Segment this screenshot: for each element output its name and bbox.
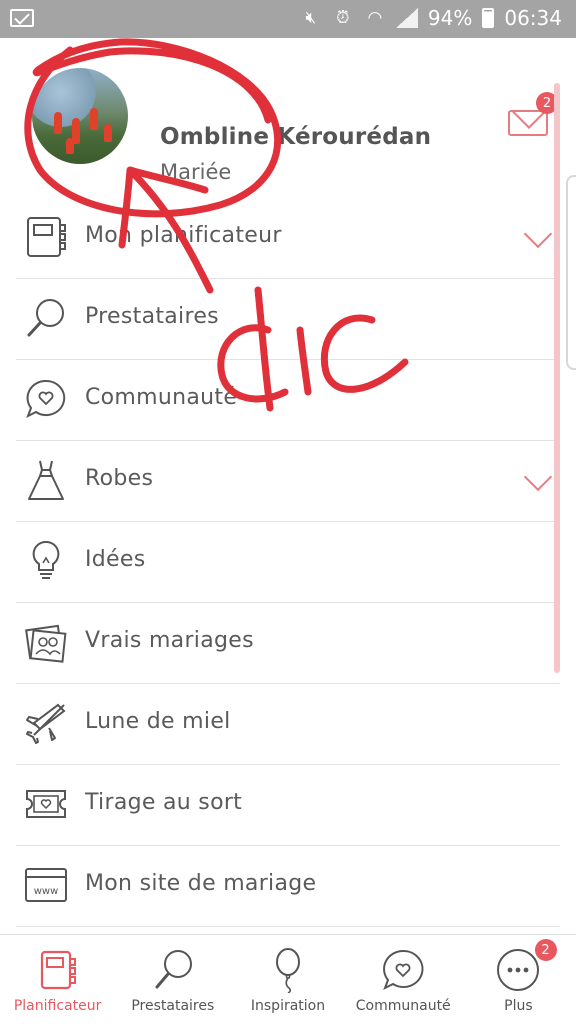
more-badge: 2 bbox=[534, 939, 557, 961]
photos-icon bbox=[25, 624, 67, 663]
chevron-down-icon[interactable] bbox=[523, 219, 553, 249]
svg-text:www: www bbox=[34, 886, 59, 897]
envelope-icon bbox=[508, 110, 548, 136]
magnifier-icon bbox=[27, 299, 64, 337]
menu-item-planificateur[interactable]: Mon planificateur bbox=[16, 198, 560, 279]
menu-item-label: Prestataires bbox=[85, 304, 219, 329]
battery-icon bbox=[482, 8, 495, 28]
tab-plus[interactable]: 2 Plus bbox=[461, 935, 576, 1024]
menu-item-prestataires[interactable]: Prestataires bbox=[16, 279, 560, 360]
tab-label: Communauté bbox=[355, 998, 451, 1014]
menu-item-label: Robes bbox=[85, 466, 154, 491]
dress-icon bbox=[28, 460, 64, 500]
clock: 06:34 bbox=[504, 6, 562, 30]
tab-prestataires[interactable]: Prestataires bbox=[115, 935, 230, 1024]
menu-item-lune-de-miel[interactable]: Lune de miel bbox=[16, 684, 560, 765]
menu-item-label: Communauté bbox=[85, 385, 238, 410]
menu-item-label: Idées bbox=[85, 547, 146, 572]
menu-item-communaute[interactable]: Communauté bbox=[16, 360, 560, 441]
chat-heart-icon bbox=[383, 949, 424, 991]
menu-item-label: Mon planificateur bbox=[85, 223, 282, 248]
tab-label: Prestataires bbox=[131, 998, 215, 1014]
menu-item-idees[interactable]: Idées bbox=[16, 522, 560, 603]
balloon-icon bbox=[276, 948, 300, 993]
tab-label: Inspiration bbox=[250, 998, 326, 1014]
menu-item-label: Mon site de mariage bbox=[85, 871, 317, 896]
planner-icon bbox=[40, 950, 76, 990]
status-indicators: 🔇︎ ⏰︎ ◠ 94% 06:34 bbox=[300, 6, 562, 30]
navigation-drawer: Ombline Kérourédan Mariée 2 Mon planific… bbox=[0, 38, 562, 934]
messages-button[interactable]: 2 bbox=[506, 92, 558, 138]
profile-header[interactable]: Ombline Kérourédan Mariée 2 bbox=[0, 38, 562, 198]
tab-planificateur[interactable]: Planificateur bbox=[0, 935, 115, 1024]
plane-icon bbox=[26, 703, 66, 744]
tab-communaute[interactable]: Communauté bbox=[346, 935, 461, 1024]
menu-item-label: Lune de miel bbox=[85, 709, 231, 734]
www-icon: www bbox=[25, 868, 67, 902]
mail-notification-icon bbox=[10, 9, 34, 27]
chevron-down-icon[interactable] bbox=[523, 462, 553, 492]
lightbulb-icon bbox=[32, 540, 60, 579]
bottom-tab-bar: Planificateur Prestataires Inspiration C… bbox=[0, 934, 576, 1024]
chat-heart-icon bbox=[26, 379, 66, 419]
tab-label: Plus bbox=[504, 998, 533, 1014]
more-icon bbox=[497, 949, 540, 991]
avatar[interactable] bbox=[32, 68, 128, 164]
mute-icon: 🔇︎ bbox=[305, 8, 317, 28]
menu-item-vrais-mariages[interactable]: Vrais mariages bbox=[16, 603, 560, 684]
alarm-icon: ⏰︎ bbox=[336, 8, 350, 28]
menu-item-label: Tirage au sort bbox=[85, 790, 243, 815]
tab-label: Planificateur bbox=[13, 998, 102, 1014]
battery-percent: 94% bbox=[427, 6, 473, 30]
signal-icon bbox=[395, 8, 418, 28]
profile-name[interactable]: Ombline Kérourédan bbox=[160, 124, 431, 150]
ticket-icon bbox=[26, 790, 66, 818]
tab-inspiration[interactable]: Inspiration bbox=[230, 935, 345, 1024]
status-bar: 🔇︎ ⏰︎ ◠ 94% 06:34 bbox=[0, 0, 576, 38]
side-panel-handle[interactable] bbox=[566, 175, 576, 370]
profile-role: Mariée bbox=[160, 160, 232, 184]
menu-item-tirage-au-sort[interactable]: Tirage au sort bbox=[16, 765, 560, 846]
menu-item-site-de-mariage[interactable]: www Mon site de mariage bbox=[16, 846, 560, 927]
drawer-menu: Mon planificateur Prestataires Communaut… bbox=[0, 198, 562, 927]
menu-item-label: Vrais mariages bbox=[85, 628, 254, 653]
wifi-icon: ◠ bbox=[367, 8, 383, 28]
magnifier-icon bbox=[155, 950, 192, 989]
menu-item-robes[interactable]: Robes bbox=[16, 441, 560, 522]
drawer-scrollbar[interactable] bbox=[554, 83, 560, 673]
planner-icon bbox=[27, 217, 66, 257]
